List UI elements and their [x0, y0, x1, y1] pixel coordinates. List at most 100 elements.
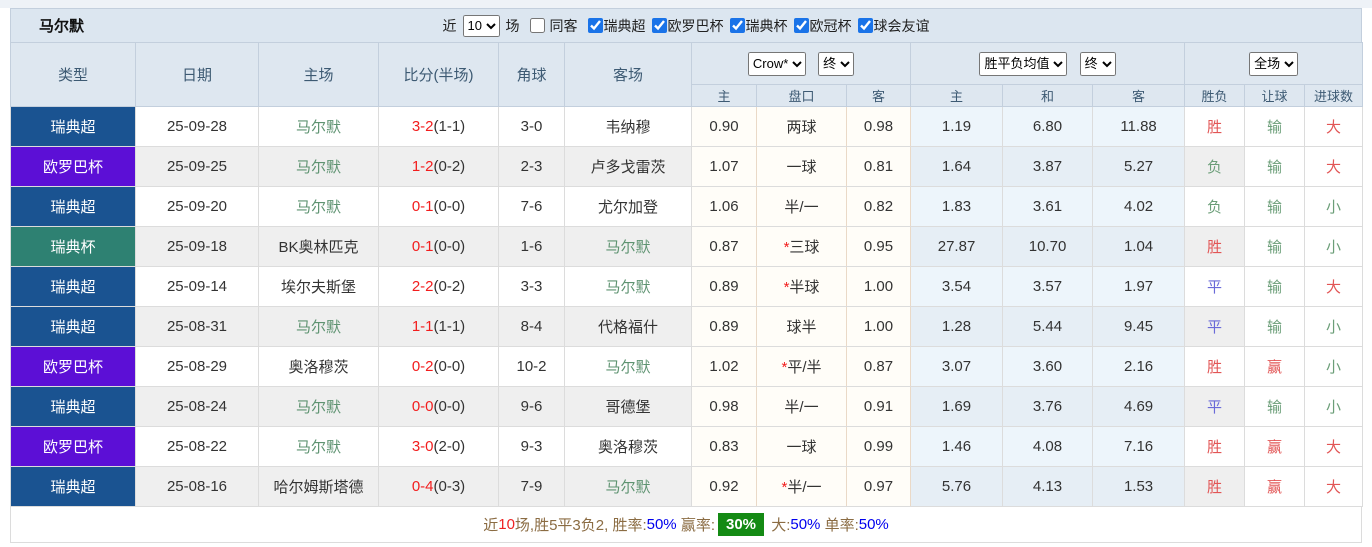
home-team-link[interactable]: 马尔默	[296, 199, 341, 216]
away-team-link[interactable]: 马尔默	[605, 359, 650, 376]
avg-away-odds: 1.97	[1092, 266, 1186, 307]
avg-away-odds: 4.69	[1092, 386, 1186, 427]
league-filter: 球会友谊	[852, 16, 930, 36]
match-date: 25-09-20	[135, 186, 259, 227]
same-venue-label: 同客	[549, 17, 578, 34]
result-handicap: 赢	[1244, 346, 1306, 387]
home-team: 马尔默	[258, 386, 379, 427]
ah-home-odds: 0.89	[691, 306, 757, 347]
corner-score: 8-4	[498, 306, 565, 347]
scope-select[interactable]: 全场	[1249, 51, 1299, 76]
league-checkbox[interactable]	[857, 18, 873, 33]
result-handicap: 赢	[1244, 466, 1306, 507]
league-filter: 瑞典超	[582, 16, 646, 36]
corner-score: 9-3	[498, 426, 565, 467]
result-handicap: 输	[1244, 266, 1306, 307]
col-header-date: 日期	[135, 42, 259, 107]
subcol-avg-draw: 和	[1002, 84, 1094, 107]
league-badge: 瑞典超	[10, 306, 136, 347]
table-row: 瑞典超 25-08-16 哈尔姆斯塔德 0-4(0-3) 7-9 马尔默 0.9…	[10, 466, 1364, 507]
score: 0-2(0-0)	[378, 346, 499, 387]
ah-home-odds: 1.06	[691, 186, 757, 227]
col-header-home: 主场	[258, 42, 379, 107]
result-wdl: 胜	[1184, 426, 1246, 467]
match-date: 25-09-18	[135, 226, 259, 267]
home-team-link[interactable]: 马尔默	[296, 399, 341, 416]
home-team-link[interactable]: 奥洛穆茨	[288, 359, 348, 376]
home-team-link[interactable]: 马尔默	[296, 119, 341, 136]
away-team-link[interactable]: 马尔默	[605, 279, 650, 296]
ah-line: 半/一	[756, 386, 847, 427]
away-team-link[interactable]: 韦纳穆	[605, 119, 650, 136]
league-badge: 欧罗巴杯	[10, 346, 136, 387]
avg-away-odds: 7.16	[1092, 426, 1186, 467]
home-team-link[interactable]: 马尔默	[296, 319, 341, 336]
league-badge: 瑞典超	[10, 386, 136, 427]
table-row: 欧罗巴杯 25-08-29 奥洛穆茨 0-2(0-0) 10-2 马尔默 1.0…	[10, 346, 1364, 387]
same-venue-checkbox[interactable]	[529, 18, 545, 33]
corner-score: 3-0	[498, 106, 565, 147]
avg-home-odds: 3.07	[910, 346, 1004, 387]
league-badge: 欧罗巴杯	[10, 146, 136, 187]
table-row: 瑞典超 25-08-24 马尔默 0-0(0-0) 9-6 哥德堡 0.98 半…	[10, 386, 1364, 427]
score: 2-2(0-2)	[378, 266, 499, 307]
col-header-type: 类型	[10, 42, 136, 107]
score: 1-2(0-2)	[378, 146, 499, 187]
home-team: 马尔默	[258, 426, 379, 467]
avg-home-odds: 5.76	[910, 466, 1004, 507]
bookmaker-select[interactable]: Crow*	[747, 51, 806, 76]
result-handicap: 赢	[1244, 426, 1306, 467]
subcol-ah-home: 主	[691, 84, 757, 107]
avg-home-odds: 1.64	[910, 146, 1004, 187]
avg-type-select[interactable]: 胜平负均值	[979, 51, 1068, 76]
ah-home-odds: 1.07	[691, 146, 757, 187]
avg-time-select[interactable]: 终	[1079, 51, 1116, 76]
away-team: 马尔默	[564, 346, 692, 387]
league-checkbox[interactable]	[651, 18, 667, 33]
table-row: 欧罗巴杯 25-08-22 马尔默 3-0(2-0) 9-3 奥洛穆茨 0.83…	[10, 426, 1364, 467]
league-checkbox[interactable]	[793, 18, 809, 33]
avg-home-odds: 27.87	[910, 226, 1004, 267]
result-wdl: 平	[1184, 386, 1246, 427]
subcol-avg-home: 主	[910, 84, 1004, 107]
games-label: 场	[505, 17, 520, 34]
away-team-link[interactable]: 奥洛穆茨	[598, 439, 658, 456]
league-checkbox[interactable]	[587, 18, 603, 33]
home-team-link[interactable]: 埃尔夫斯堡	[281, 279, 356, 296]
avg-draw-odds: 4.08	[1002, 426, 1094, 467]
ah-away-odds: 0.97	[845, 466, 912, 507]
league-badge: 瑞典杯	[10, 226, 136, 267]
home-team-link[interactable]: 哈尔姆斯塔德	[273, 479, 363, 496]
win-rate-badge: 30%	[718, 513, 765, 536]
score: 1-1(1-1)	[378, 306, 499, 347]
score: 0-1(0-0)	[378, 226, 499, 267]
home-team-link[interactable]: 马尔默	[296, 159, 341, 176]
result-group-header: 全场	[1184, 42, 1364, 85]
away-team-link[interactable]: 马尔默	[605, 239, 650, 256]
away-team-link[interactable]: 马尔默	[605, 479, 650, 496]
subcol-goals: 进球数	[1304, 84, 1364, 107]
summary-segment: 单率:	[820, 517, 859, 534]
league-checkbox[interactable]	[729, 18, 745, 33]
away-team-link[interactable]: 哥德堡	[605, 399, 650, 416]
avg-draw-odds: 3.61	[1002, 186, 1094, 227]
bookmaker-time-select[interactable]: 终	[818, 51, 855, 76]
away-team: 奥洛穆茨	[564, 426, 692, 467]
score: 0-1(0-0)	[378, 186, 499, 227]
home-team-link[interactable]: 马尔默	[296, 439, 341, 456]
subcol-ah-line: 盘口	[756, 84, 847, 107]
away-team-link[interactable]: 尤尔加登	[598, 199, 658, 216]
subcol-ah-away: 客	[845, 84, 912, 107]
page-title: 马尔默	[39, 18, 85, 35]
home-team-link[interactable]: BK奥林匹克	[278, 239, 358, 256]
result-wdl: 平	[1184, 266, 1246, 307]
away-team-link[interactable]: 卢多戈雷茨	[590, 159, 665, 176]
result-handicap: 输	[1244, 386, 1306, 427]
title-bar: 马尔默 近 10 场 同客 瑞典超 欧罗巴杯 瑞典杯 欧冠杯 球会友谊	[10, 8, 1362, 42]
summary-segment: 50%	[646, 516, 677, 533]
away-team-link[interactable]: 代格福什	[598, 319, 658, 336]
recent-count-select[interactable]: 10	[462, 14, 500, 37]
ah-home-odds: 0.92	[691, 466, 757, 507]
ah-home-odds: 0.89	[691, 266, 757, 307]
score: 0-0(0-0)	[378, 386, 499, 427]
